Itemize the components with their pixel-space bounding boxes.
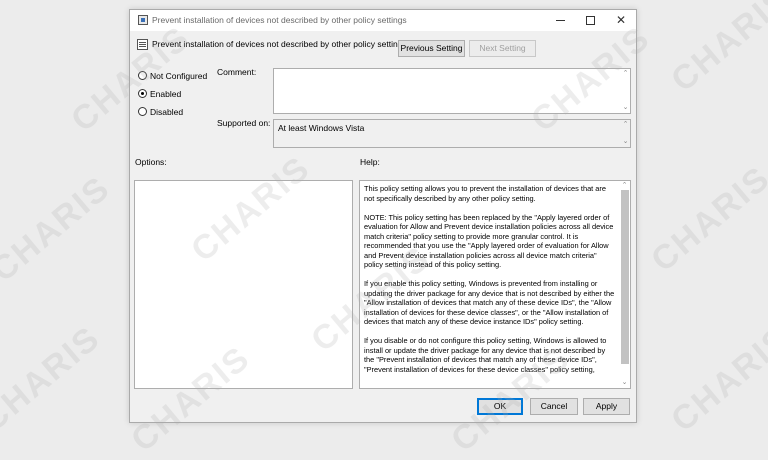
watermark-logo: CHARIS — [644, 158, 768, 280]
radio-disabled[interactable]: Disabled — [138, 106, 183, 118]
supported-on-label: Supported on: — [217, 118, 271, 128]
policy-dialog: Prevent installation of devices not desc… — [129, 9, 637, 423]
scroll-up-icon[interactable]: ⌃ — [621, 121, 630, 129]
maximize-button[interactable] — [576, 10, 606, 31]
help-paragraph: If you enable this policy setting, Windo… — [364, 279, 615, 326]
supported-scrollbar[interactable]: ⌃ ⌄ — [621, 120, 630, 147]
options-panel — [134, 180, 353, 389]
help-paragraph: If you disable or do not configure this … — [364, 336, 607, 374]
radio-not-configured[interactable]: Not Configured — [138, 70, 207, 82]
apply-button[interactable]: Apply — [583, 398, 630, 415]
policy-setting-icon — [137, 39, 148, 50]
title-bar[interactable]: Prevent installation of devices not desc… — [130, 10, 636, 31]
supported-on-box: At least Windows Vista ⌃ ⌄ — [273, 119, 631, 148]
options-label: Options: — [135, 157, 167, 167]
next-setting-button[interactable]: Next Setting — [469, 40, 536, 57]
scroll-up-icon[interactable]: ⌃ — [620, 182, 629, 190]
radio-label: Enabled — [150, 88, 182, 99]
supported-on-value: At least Windows Vista — [278, 123, 365, 133]
scroll-down-icon[interactable]: ⌄ — [621, 104, 630, 112]
radio-label: Disabled — [150, 106, 184, 117]
window-title: Prevent installation of devices not desc… — [152, 15, 407, 25]
radio-circle[interactable] — [138, 71, 147, 81]
scroll-down-icon[interactable]: ⌄ — [620, 379, 629, 387]
previous-setting-button[interactable]: Previous Setting — [398, 40, 465, 57]
watermark-logo: CHARIS — [0, 168, 118, 290]
radio-circle-checked[interactable] — [138, 89, 147, 99]
minimize-button[interactable] — [546, 10, 576, 31]
comment-textarea[interactable]: ⌃ ⌄ — [273, 68, 631, 114]
scroll-down-icon[interactable]: ⌄ — [621, 138, 630, 146]
radio-enabled[interactable]: Enabled — [138, 88, 181, 100]
help-panel: This policy setting allows you to preven… — [359, 180, 631, 389]
radio-label: Not Configured — [150, 70, 208, 81]
watermark-logo: CHARIS — [664, 318, 768, 440]
help-paragraph: This policy setting allows you to preven… — [364, 184, 606, 203]
help-paragraph: NOTE: This policy setting has been repla… — [364, 212, 614, 270]
comment-label: Comment: — [217, 67, 257, 77]
close-button[interactable]: ✕ — [606, 10, 636, 31]
scroll-up-icon[interactable]: ⌃ — [621, 70, 630, 78]
comment-scrollbar[interactable]: ⌃ ⌄ — [621, 69, 630, 113]
radio-circle[interactable] — [138, 107, 147, 117]
policy-app-icon — [138, 15, 148, 25]
policy-title: Prevent installation of devices not desc… — [152, 39, 407, 49]
ok-button[interactable]: OK — [477, 398, 523, 415]
watermark-logo: CHARIS — [0, 318, 108, 440]
help-text: This policy setting allows you to preven… — [364, 184, 616, 384]
help-scrollbar[interactable]: ⌃ ⌄ — [620, 181, 630, 388]
cancel-button[interactable]: Cancel — [530, 398, 578, 415]
help-label: Help: — [360, 157, 380, 167]
watermark-logo: CHARIS — [664, 0, 768, 100]
help-scroll-thumb[interactable] — [621, 190, 629, 364]
